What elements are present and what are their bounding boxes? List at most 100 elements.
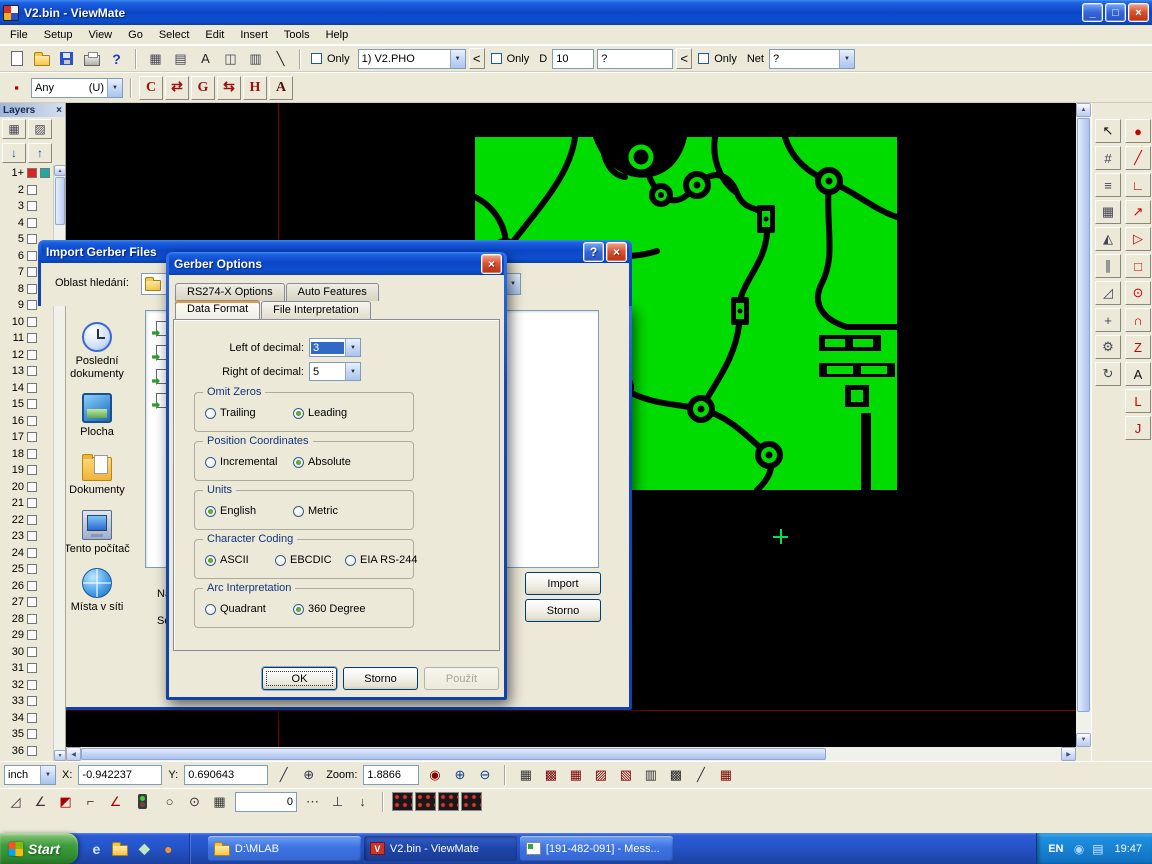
- menu-file[interactable]: File: [2, 26, 36, 44]
- h-pad-icon[interactable]: H: [243, 76, 267, 100]
- layer-row-11[interactable]: 11: [0, 330, 53, 347]
- scroll-up-icon[interactable]: [1076, 103, 1091, 117]
- only-dcode-checkbox[interactable]: Only: [491, 53, 532, 65]
- menu-go[interactable]: Go: [120, 26, 151, 44]
- layer-color-chip[interactable]: [27, 251, 37, 261]
- zoom-field[interactable]: 1.8866: [363, 765, 419, 785]
- scroll-down-icon[interactable]: [54, 750, 65, 761]
- layer-color-chip[interactable]: [27, 614, 37, 624]
- vector-arrow-icon[interactable]: ↗: [1125, 200, 1151, 224]
- layer-color-chip[interactable]: [27, 333, 37, 343]
- layers-scrollbar-thumb[interactable]: [55, 177, 65, 225]
- align-tool-icon[interactable]: ∥: [1095, 254, 1121, 278]
- radio-360-degree[interactable]: 360 Degree: [293, 603, 381, 615]
- layer-row-15[interactable]: 15: [0, 396, 53, 413]
- dcode-prev-button[interactable]: <: [676, 48, 692, 69]
- horizontal-scrollbar-thumb[interactable]: [81, 748, 826, 760]
- ruler-corner-icon[interactable]: ⌐: [79, 791, 102, 812]
- zoom-in-icon[interactable]: ⊕: [448, 764, 471, 785]
- layer-pattern-icon[interactable]: ▧: [614, 764, 637, 785]
- radio-trailing[interactable]: Trailing: [205, 407, 293, 419]
- layer-row-21[interactable]: 21: [0, 495, 53, 512]
- layer-color-chip[interactable]: [27, 597, 37, 607]
- negative-mode-icon[interactable]: ▩: [664, 764, 687, 785]
- layer-row-4[interactable]: 4: [0, 215, 53, 232]
- menu-tools[interactable]: Tools: [276, 26, 318, 44]
- film-box-icon[interactable]: ▦: [564, 764, 587, 785]
- pattern-mode-icon[interactable]: ▦: [714, 764, 737, 785]
- layer-color-chip[interactable]: [27, 284, 37, 294]
- line-tool-icon[interactable]: ╱: [1125, 146, 1151, 170]
- menu-select[interactable]: Select: [151, 26, 198, 44]
- dropdown-arrow-icon[interactable]: [345, 339, 360, 356]
- dialog-close-button[interactable]: ×: [481, 254, 502, 274]
- dcode-list-icon[interactable]: ▤: [169, 48, 192, 69]
- close-button[interactable]: ×: [1128, 3, 1149, 22]
- gerber-g-icon[interactable]: G: [191, 76, 215, 100]
- probe-icon[interactable]: ⊙: [183, 791, 206, 812]
- antivirus-tray-icon[interactable]: ◉: [1070, 840, 1087, 857]
- zoom-window-icon[interactable]: ◉: [423, 764, 446, 785]
- layer-row-14[interactable]: 14: [0, 380, 53, 397]
- layer-color-chip[interactable]: [27, 696, 37, 706]
- pad-pattern-icon-3[interactable]: [438, 792, 459, 811]
- start-button[interactable]: Start: [0, 833, 78, 864]
- radio-ebcdic[interactable]: EBCDIC: [275, 554, 345, 566]
- text-select-icon[interactable]: A: [194, 48, 217, 69]
- place-plocha[interactable]: Plocha: [55, 393, 139, 439]
- radio-absolute[interactable]: Absolute: [293, 456, 381, 468]
- window-titlebar[interactable]: V2.bin - ViewMate _□×: [0, 0, 1152, 25]
- scroll-up-icon[interactable]: [54, 165, 65, 176]
- dcode-filter-combo[interactable]: Any (U): [31, 78, 123, 98]
- component-c-icon[interactable]: C: [139, 76, 163, 100]
- layer-color-chip[interactable]: [27, 515, 37, 525]
- annotation-a-icon[interactable]: A: [269, 76, 293, 100]
- diagonal-mode-icon[interactable]: ╱: [689, 764, 712, 785]
- settings-gear-icon[interactable]: ⚙: [1095, 335, 1121, 359]
- internet-explorer-icon[interactable]: e: [86, 838, 107, 859]
- cancel-button[interactable]: Storno: [343, 667, 418, 690]
- layers-hatch-icon[interactable]: ▨: [28, 119, 52, 139]
- radio-leading[interactable]: Leading: [293, 407, 381, 419]
- layer-row-19[interactable]: 19: [0, 462, 53, 479]
- sketch-mode-icon[interactable]: ▨: [589, 764, 612, 785]
- menu-help[interactable]: Help: [318, 26, 357, 44]
- ok-button[interactable]: OK: [262, 667, 337, 690]
- place-tento-po-ta[interactable]: Tento počítač: [55, 510, 139, 556]
- transparent-mode-icon[interactable]: ▥: [639, 764, 662, 785]
- layer-row-33[interactable]: 33: [0, 693, 53, 710]
- layer-color-chip[interactable]: [27, 746, 37, 756]
- pad-pattern-icon-2[interactable]: [415, 792, 436, 811]
- layer-row-29[interactable]: 29: [0, 627, 53, 644]
- layer-row-26[interactable]: 26: [0, 578, 53, 595]
- counter-field[interactable]: 0: [235, 792, 297, 812]
- angle-snap-icon[interactable]: ∠: [29, 791, 52, 812]
- layer-color-chip[interactable]: [27, 267, 37, 277]
- layer-color-chip[interactable]: [27, 399, 37, 409]
- j-pad-tool-icon[interactable]: J: [1125, 416, 1151, 440]
- swap-items-icon[interactable]: ⇆: [217, 76, 241, 100]
- vertical-scrollbar-thumb[interactable]: [1077, 118, 1090, 712]
- grid-snap-icon[interactable]: ▩: [539, 764, 562, 785]
- layer-color-chip[interactable]: [27, 168, 37, 178]
- dropdown-arrow-icon[interactable]: [839, 50, 854, 68]
- layer-color-chip[interactable]: [40, 168, 50, 178]
- gerber-dialog-titlebar[interactable]: Gerber Options ×: [169, 252, 504, 275]
- layer-row-16[interactable]: 16: [0, 413, 53, 430]
- layer-color-chip[interactable]: [27, 647, 37, 657]
- l-pad-tool-icon[interactable]: L: [1125, 389, 1151, 413]
- layer-row-13[interactable]: 13: [0, 363, 53, 380]
- layer-row-32[interactable]: 32: [0, 677, 53, 694]
- horizontal-scrollbar[interactable]: [66, 747, 1076, 761]
- apply-button[interactable]: Použít: [424, 667, 499, 690]
- layer-color-chip[interactable]: [27, 432, 37, 442]
- layer-color-chip[interactable]: [27, 498, 37, 508]
- layer-color-chip[interactable]: [27, 531, 37, 541]
- menu-view[interactable]: View: [80, 26, 120, 44]
- dropdown-arrow-icon[interactable]: [345, 363, 360, 380]
- layer-color-chip[interactable]: [27, 234, 37, 244]
- circle-tool-icon[interactable]: ⊙: [1125, 281, 1151, 305]
- layer-row-25[interactable]: 25: [0, 561, 53, 578]
- x-coordinate-field[interactable]: -0.942237: [78, 765, 162, 785]
- layer-row-24[interactable]: 24: [0, 545, 53, 562]
